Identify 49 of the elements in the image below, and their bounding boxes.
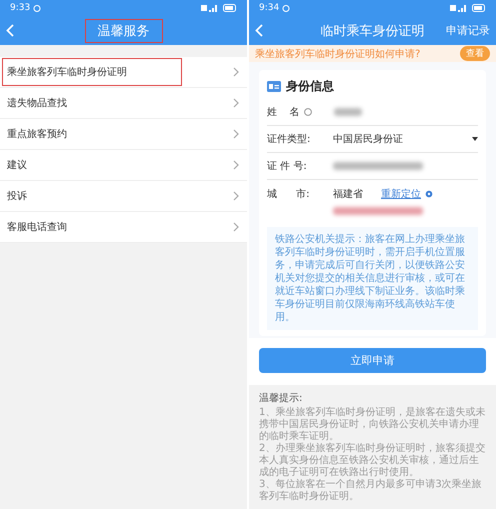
page-title: 临时乘车身份证明: [320, 22, 426, 40]
id-card-icon: [267, 81, 281, 92]
tip-text: 1、乘坐旅客列车临时身份证明，是旅客在遗失或未携带中国居民身份证时，向铁路公安机关申请办理的临时乘车证明。: [259, 407, 486, 442]
banner-text: 乘坐旅客列车临时身份证明如何申请?: [255, 48, 422, 61]
battery-icon: [472, 4, 486, 12]
field-label: 证 件 号:: [267, 160, 308, 174]
field-label: 证件类型:: [267, 132, 312, 146]
alarm-icon: [33, 4, 42, 12]
field-label: 城 市:: [267, 188, 310, 201]
menu-item-label: 投诉: [6, 190, 28, 204]
menu-item-label: 建议: [6, 158, 28, 173]
status-time: 9:33: [10, 3, 30, 13]
menu-item-label: 重点旅客预约: [6, 128, 68, 142]
notice-text: 铁路公安机关提示：旅客在网上办理乘坐旅客列车临时身份证明时，需开启手机位置服务，申请完成后可自行关闭，以便铁路公安机关对您提交的相关信息进行审核，或可在就近车站窗口办理线下制证业务。该临时乘车身份证明目前仅限海南环线高铁站车使用。: [267, 227, 478, 330]
signal-icon: [201, 4, 219, 12]
menu-item[interactable]: 客服电话查询: [0, 212, 247, 243]
relocate-link[interactable]: 重新定位: [381, 186, 421, 201]
tip-text: 2、办理乘坐旅客列车临时身份证明时，旅客须提交本人真实身份信息至铁路公安机关审核，通过后生成的电子证明可在铁路出行时使用。: [259, 443, 486, 478]
status-time: 9:34: [259, 3, 280, 13]
menu-item[interactable]: 乘坐旅客列车临时身份证明: [0, 57, 247, 88]
menu-item-label: 遗失物品查找: [6, 96, 68, 111]
tips-title: 温馨提示:: [259, 392, 304, 405]
dropdown-icon[interactable]: [472, 137, 478, 142]
tip-text: 3、每位旅客在一个自然月内最多可申请3次乘坐旅客列车临时身份证明。: [259, 479, 483, 503]
chevron-right-icon: [233, 222, 239, 232]
help-icon[interactable]: [304, 108, 312, 116]
chevron-right-icon: [233, 129, 239, 139]
back-icon[interactable]: [255, 24, 263, 37]
menu-item-label: 客服电话查询: [6, 220, 68, 235]
chevron-right-icon: [233, 160, 239, 170]
signal-icon: [450, 4, 468, 12]
menu-item[interactable]: 重点旅客预约: [0, 119, 247, 150]
id-type-select[interactable]: 中国居民身份证: [333, 132, 403, 146]
chevron-right-icon: [233, 67, 239, 77]
battery-icon: [223, 4, 237, 12]
menu-item[interactable]: 遗失物品查找: [0, 88, 247, 119]
card-title: 身份信息: [286, 78, 334, 96]
redacted-value: [334, 108, 362, 116]
chevron-right-icon: [233, 98, 239, 108]
back-icon[interactable]: [6, 24, 14, 37]
field-label: 姓 名: [267, 106, 300, 120]
menu-item[interactable]: 建议: [0, 150, 247, 181]
menu-item[interactable]: 投诉: [0, 181, 247, 212]
page-title: 温馨服务: [84, 18, 162, 42]
menu-item-label: 乘坐旅客列车临时身份证明: [2, 58, 182, 86]
alarm-icon: [282, 4, 290, 12]
location-icon[interactable]: [425, 190, 433, 198]
city-value: 福建省: [333, 188, 363, 201]
chevron-right-icon: [233, 191, 239, 201]
